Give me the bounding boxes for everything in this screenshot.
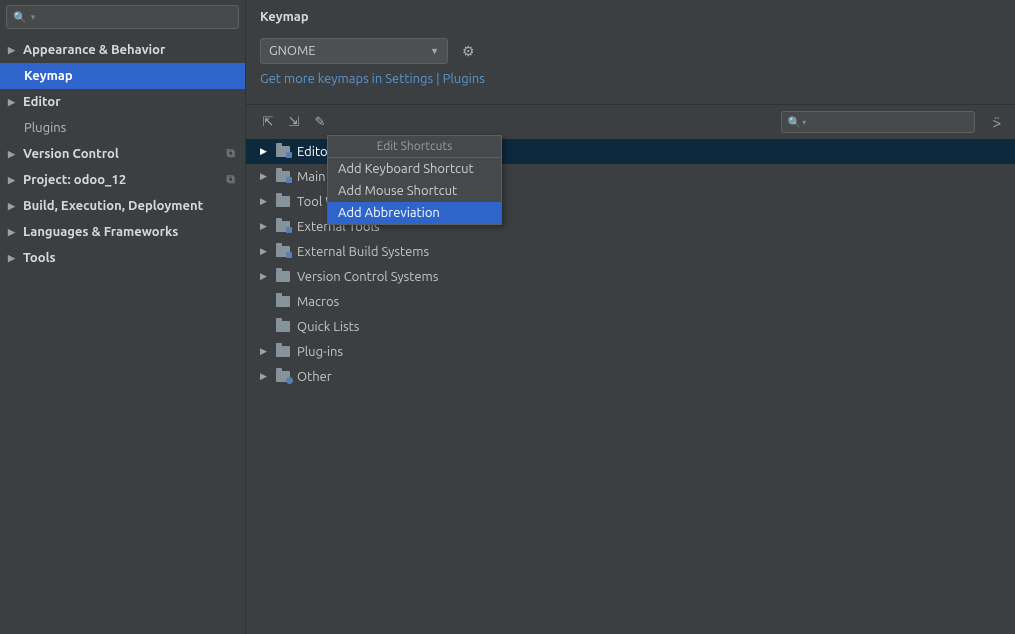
chevron-right-icon: ▶: [260, 346, 272, 357]
chevron-right-icon: ▶: [260, 246, 272, 257]
chevron-right-icon: ▶: [260, 196, 272, 207]
nav-tools[interactable]: ▶ Tools: [0, 245, 245, 271]
folder-icon: [276, 221, 290, 232]
tree-external-build[interactable]: ▶ External Build Systems: [246, 239, 1015, 264]
tree-label: External Build Systems: [297, 245, 429, 259]
tree-label: Macros: [297, 295, 339, 309]
chevron-right-icon: ▶: [8, 149, 20, 160]
nav-build-execution[interactable]: ▶ Build, Execution, Deployment: [0, 193, 245, 219]
nav-plugins[interactable]: Plugins: [0, 115, 245, 141]
chevron-down-icon: ▼: [430, 46, 439, 56]
tree-quick-lists[interactable]: Quick Lists: [246, 314, 1015, 339]
nav-label: Languages & Frameworks: [23, 225, 178, 239]
nav-appearance-behavior[interactable]: ▶ Appearance & Behavior: [0, 37, 245, 63]
find-shortcut-icon[interactable]: ⍩: [993, 114, 1001, 131]
chevron-right-icon: ▶: [260, 221, 272, 232]
tree-plugins[interactable]: ▶ Plug-ins: [246, 339, 1015, 364]
nav-label: Keymap: [24, 69, 73, 83]
menu-add-abbreviation[interactable]: Add Abbreviation: [328, 202, 501, 224]
chevron-right-icon: ▶: [8, 227, 20, 238]
folder-icon: [276, 196, 290, 207]
chevron-right-icon: ▶: [8, 201, 20, 212]
chevron-right-icon: ▶: [8, 45, 20, 56]
chevron-right-icon: ▶: [260, 371, 272, 382]
tree-vcs[interactable]: ▶ Version Control Systems: [246, 264, 1015, 289]
tree-label: Quick Lists: [297, 320, 359, 334]
project-badge-icon: ⧉: [226, 173, 235, 187]
nav-keymap[interactable]: Keymap: [0, 63, 245, 89]
settings-sidebar: 🔍▾ ▶ Appearance & Behavior Keymap ▶ Edit…: [0, 0, 246, 634]
menu-add-mouse-shortcut[interactable]: Add Mouse Shortcut: [328, 180, 501, 202]
main-panel: Keymap GNOME ▼ ⚙ Get more keymaps in Set…: [246, 0, 1015, 634]
nav-label: Project: odoo_12: [23, 173, 126, 187]
nav-version-control[interactable]: ▶ Version Control ⧉: [0, 141, 245, 167]
project-badge-icon: ⧉: [226, 147, 235, 161]
nav-languages-frameworks[interactable]: ▶ Languages & Frameworks: [0, 219, 245, 245]
keymap-toolbar: GNOME ▼ ⚙: [246, 34, 1015, 70]
dropdown-value: GNOME: [269, 44, 316, 58]
chevron-right-icon: ▶: [8, 97, 20, 108]
collapse-all-icon[interactable]: ⇲: [286, 115, 302, 130]
nav-label: Tools: [23, 251, 56, 265]
keymap-action-bar: ⇱ ⇲ ✎ 🔍▾ ⍩: [246, 104, 1015, 139]
tree-label: Plug-ins: [297, 345, 343, 359]
nav-editor[interactable]: ▶ Editor: [0, 89, 245, 115]
folder-icon: [276, 296, 290, 307]
search-icon: 🔍: [13, 11, 27, 24]
nav-label: Appearance & Behavior: [23, 43, 165, 57]
nav-label: Version Control: [23, 147, 119, 161]
folder-icon: [276, 321, 290, 332]
edit-icon[interactable]: ✎: [312, 115, 328, 130]
tree-other[interactable]: ▶ Other: [246, 364, 1015, 389]
chevron-right-icon: ▶: [260, 171, 272, 182]
menu-title: Edit Shortcuts: [328, 136, 501, 158]
chevron-right-icon: ▶: [260, 271, 272, 282]
nav-label: Build, Execution, Deployment: [23, 199, 203, 213]
chevron-right-icon: ▶: [8, 175, 20, 186]
gear-icon[interactable]: ⚙: [462, 43, 475, 60]
edit-shortcuts-menu: Edit Shortcuts Add Keyboard Shortcut Add…: [327, 135, 502, 225]
nav-label: Plugins: [24, 121, 66, 135]
chevron-right-icon: ▶: [260, 146, 272, 157]
get-more-keymaps-link[interactable]: Get more keymaps in Settings | Plugins: [246, 70, 1015, 96]
keymap-scheme-dropdown[interactable]: GNOME ▼: [260, 38, 448, 64]
expand-all-icon[interactable]: ⇱: [260, 115, 276, 130]
tree-label: Version Control Systems: [297, 270, 438, 284]
sidebar-search-input[interactable]: 🔍▾: [6, 5, 239, 29]
search-icon: 🔍: [788, 116, 802, 129]
folder-icon: [276, 146, 290, 157]
nav-label: Editor: [23, 95, 61, 109]
nav-project[interactable]: ▶ Project: odoo_12 ⧉: [0, 167, 245, 193]
folder-icon: [276, 371, 290, 382]
actions-search-input[interactable]: 🔍▾: [781, 111, 975, 133]
folder-icon: [276, 171, 290, 182]
folder-icon: [276, 246, 290, 257]
folder-icon: [276, 346, 290, 357]
chevron-right-icon: ▶: [8, 253, 20, 264]
tree-label: Other: [297, 370, 332, 384]
tree-macros[interactable]: Macros: [246, 289, 1015, 314]
page-title: Keymap: [246, 4, 1015, 34]
folder-icon: [276, 271, 290, 282]
menu-add-keyboard-shortcut[interactable]: Add Keyboard Shortcut: [328, 158, 501, 180]
